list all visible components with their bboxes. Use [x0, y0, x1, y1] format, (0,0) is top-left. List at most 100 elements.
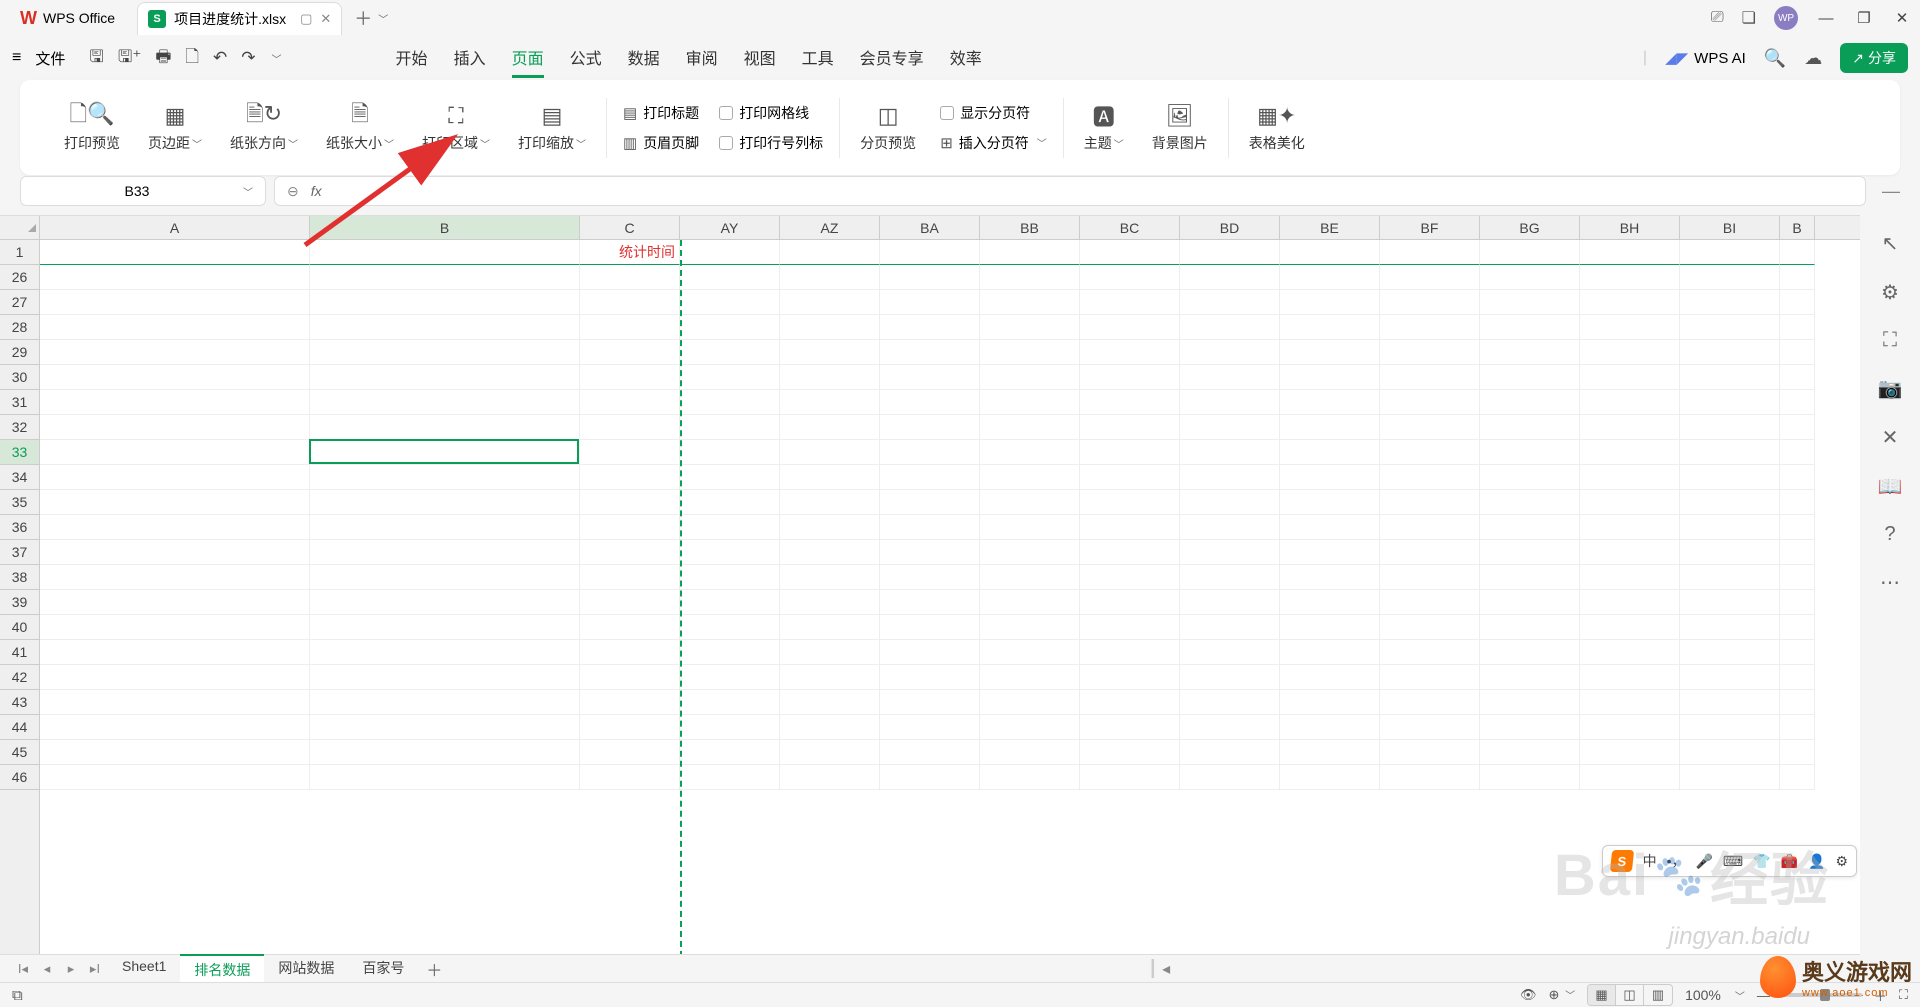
- ime-punct-icon[interactable]: •，: [1667, 851, 1686, 871]
- cell[interactable]: [580, 440, 680, 465]
- cell[interactable]: [1280, 665, 1380, 690]
- cell[interactable]: [1080, 240, 1180, 265]
- cell[interactable]: [880, 665, 980, 690]
- cell[interactable]: [1680, 690, 1780, 715]
- cell[interactable]: [980, 265, 1080, 290]
- print-area-button[interactable]: ⛶ 打印区域﹀: [408, 103, 504, 153]
- cell[interactable]: [580, 365, 680, 390]
- cell[interactable]: [980, 615, 1080, 640]
- cell[interactable]: [1380, 565, 1480, 590]
- cell[interactable]: [1580, 390, 1680, 415]
- cell[interactable]: [1180, 515, 1280, 540]
- print-icon[interactable]: 🖶: [155, 44, 171, 73]
- cell[interactable]: [1080, 690, 1180, 715]
- cell[interactable]: [780, 240, 880, 265]
- name-box[interactable]: B33 ﹀: [20, 176, 266, 206]
- cell[interactable]: [40, 765, 310, 790]
- cell[interactable]: [40, 240, 310, 265]
- cell[interactable]: [1180, 440, 1280, 465]
- cell[interactable]: [980, 415, 1080, 440]
- sheet-nav-first[interactable]: I◂: [12, 961, 34, 977]
- cell[interactable]: [1380, 340, 1480, 365]
- screenshot-icon[interactable]: ⛶: [1883, 329, 1897, 352]
- cell[interactable]: [780, 390, 880, 415]
- cell[interactable]: [1680, 515, 1780, 540]
- cell[interactable]: [780, 340, 880, 365]
- cell[interactable]: [680, 665, 780, 690]
- cell[interactable]: [980, 715, 1080, 740]
- cell[interactable]: [1080, 415, 1180, 440]
- save-as-icon[interactable]: 🖫⁺: [118, 44, 141, 73]
- cell[interactable]: [680, 390, 780, 415]
- cell[interactable]: [1680, 415, 1780, 440]
- cell[interactable]: [1480, 740, 1580, 765]
- cell[interactable]: [1180, 340, 1280, 365]
- cell[interactable]: [1680, 540, 1780, 565]
- cell[interactable]: [980, 565, 1080, 590]
- margins-button[interactable]: ▦ 页边距﹀: [134, 103, 216, 153]
- cell[interactable]: [1680, 365, 1780, 390]
- cell[interactable]: [1780, 390, 1815, 415]
- cell[interactable]: [1080, 715, 1180, 740]
- cell[interactable]: [980, 665, 1080, 690]
- cell[interactable]: [40, 390, 310, 415]
- cell[interactable]: [880, 715, 980, 740]
- sheet-tab-1[interactable]: 排名数据: [180, 954, 264, 984]
- cell[interactable]: [40, 590, 310, 615]
- cell[interactable]: [310, 465, 580, 490]
- cell[interactable]: [1580, 615, 1680, 640]
- view-page-break-button[interactable]: ▥: [1644, 985, 1672, 1005]
- cell[interactable]: [1180, 615, 1280, 640]
- cell[interactable]: [1580, 765, 1680, 790]
- cell[interactable]: [1380, 540, 1480, 565]
- cell[interactable]: [1480, 340, 1580, 365]
- cell[interactable]: [1180, 390, 1280, 415]
- cell[interactable]: 统计时间: [580, 240, 680, 265]
- cell[interactable]: [1480, 265, 1580, 290]
- show-page-breaks-checkbox[interactable]: 显示分页符: [940, 99, 1047, 127]
- print-titles-button[interactable]: ▤打印标题: [623, 99, 699, 127]
- new-tab-button[interactable]: ＋ ﹀: [354, 5, 388, 31]
- cell[interactable]: [310, 440, 580, 465]
- cell[interactable]: [1180, 640, 1280, 665]
- cell[interactable]: [1380, 415, 1480, 440]
- cell[interactable]: [1580, 465, 1680, 490]
- cell[interactable]: [1080, 590, 1180, 615]
- col-header-BI[interactable]: BI: [1680, 216, 1780, 239]
- col-header-BA[interactable]: BA: [880, 216, 980, 239]
- cell[interactable]: [1080, 265, 1180, 290]
- background-button[interactable]: 🖼 背景图片: [1138, 103, 1222, 153]
- cell[interactable]: [1780, 415, 1815, 440]
- cell[interactable]: [1380, 665, 1480, 690]
- col-header-BD[interactable]: BD: [1180, 216, 1280, 239]
- cell[interactable]: [980, 290, 1080, 315]
- cell[interactable]: [1380, 740, 1480, 765]
- cell[interactable]: [1180, 365, 1280, 390]
- cell[interactable]: [1580, 415, 1680, 440]
- ribbon-tab-2[interactable]: 页面: [512, 39, 544, 78]
- cell[interactable]: [1580, 315, 1680, 340]
- window-minimize-button[interactable]: —: [1816, 10, 1836, 27]
- cell[interactable]: [880, 390, 980, 415]
- paper-size-button[interactable]: 🗎 纸张大小﹀: [312, 103, 408, 153]
- ribbon-tab-7[interactable]: 工具: [802, 39, 834, 78]
- col-header-B[interactable]: B: [1780, 216, 1815, 239]
- row-header-32[interactable]: 32: [0, 415, 39, 440]
- cell[interactable]: [310, 415, 580, 440]
- col-header-BF[interactable]: BF: [1380, 216, 1480, 239]
- cell[interactable]: [780, 515, 880, 540]
- row-header-27[interactable]: 27: [0, 290, 39, 315]
- cells-grid[interactable]: 统计时间: [40, 240, 1860, 957]
- cell[interactable]: [680, 465, 780, 490]
- cell[interactable]: [1780, 440, 1815, 465]
- cell[interactable]: [1580, 365, 1680, 390]
- cell[interactable]: [1780, 365, 1815, 390]
- cell[interactable]: [1480, 415, 1580, 440]
- cell[interactable]: [980, 315, 1080, 340]
- cell[interactable]: [1380, 440, 1480, 465]
- cell[interactable]: [310, 290, 580, 315]
- cell[interactable]: [680, 290, 780, 315]
- cell[interactable]: [780, 290, 880, 315]
- cell[interactable]: [1480, 665, 1580, 690]
- cell[interactable]: [1780, 515, 1815, 540]
